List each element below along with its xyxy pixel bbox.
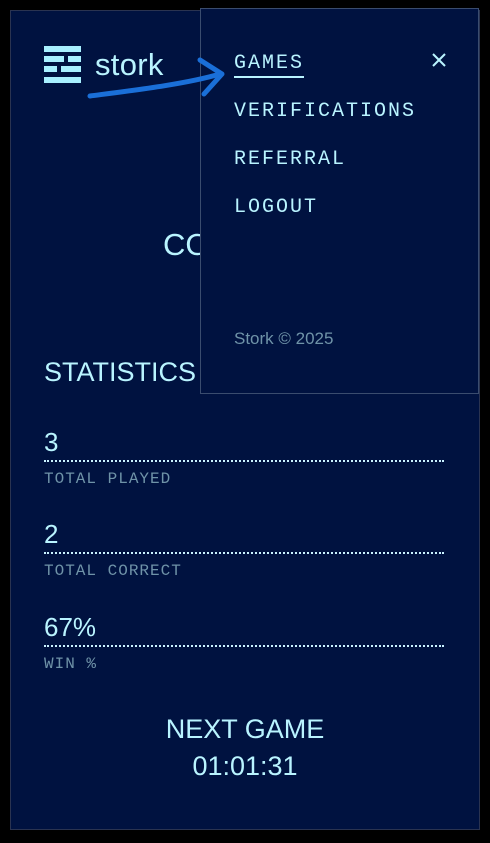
stat-label: WIN % <box>44 655 98 673</box>
next-game: NEXT GAME 01:01:31 <box>11 711 479 785</box>
next-game-label: NEXT GAME <box>165 714 325 744</box>
statistics-title: STATISTICS <box>44 357 197 387</box>
logo[interactable]: stork <box>44 46 164 83</box>
stat-value: 67% <box>44 611 444 647</box>
stat-win-percent: 67% WIN % <box>44 611 444 673</box>
menu-item-verifications[interactable]: VERIFICATIONS <box>234 100 416 123</box>
stat-value: 2 <box>44 518 444 554</box>
stat-label: TOTAL CORRECT <box>44 562 182 580</box>
copyright: Stork © 2025 <box>234 329 334 348</box>
stat-value: 3 <box>44 426 444 462</box>
stat-label: TOTAL PLAYED <box>44 470 172 488</box>
menu-item-referral[interactable]: REFERRAL <box>234 148 346 171</box>
stat-total-played: 3 TOTAL PLAYED <box>44 426 444 488</box>
next-game-countdown: 01:01:31 <box>192 751 298 781</box>
menu-item-logout[interactable]: LOGOUT <box>234 196 318 219</box>
stat-total-correct: 2 TOTAL CORRECT <box>44 518 444 580</box>
nav-menu: GAMES VERIFICATIONS REFERRAL LOGOUT Stor… <box>200 8 479 394</box>
close-icon[interactable] <box>430 51 448 69</box>
brand-name: stork <box>95 47 164 82</box>
stork-logo-icon <box>44 46 81 83</box>
menu-item-games[interactable]: GAMES <box>234 52 305 78</box>
